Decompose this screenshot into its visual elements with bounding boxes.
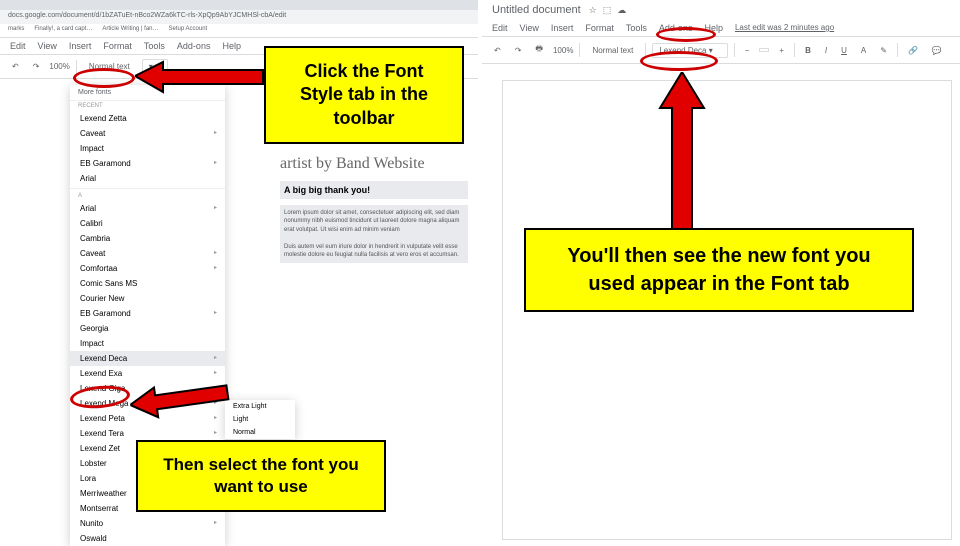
font-item[interactable]: Nunito: [70, 516, 225, 531]
paragraph-styles-dropdown[interactable]: Normal text: [586, 44, 639, 57]
star-icon[interactable]: ☆: [589, 5, 597, 16]
font-weight-submenu: Extra Light Light Normal: [225, 400, 295, 439]
text-color-button[interactable]: A: [857, 44, 870, 57]
doc-title-icons: ☆ ⬚ ☁: [589, 5, 627, 16]
bookmark-item[interactable]: marks: [8, 26, 24, 35]
weight-item[interactable]: Light: [225, 413, 295, 426]
cloud-icon[interactable]: ☁: [617, 5, 626, 16]
menu-format[interactable]: Format: [585, 23, 614, 33]
last-edit-link[interactable]: Last edit was 2 minutes ago: [735, 23, 834, 33]
font-item[interactable]: Impact: [70, 336, 225, 351]
move-icon[interactable]: ⬚: [603, 5, 612, 16]
document-content: artist by Band Website A big big thank y…: [280, 155, 468, 263]
doc-subheading: A big big thank you!: [280, 181, 468, 199]
separator: [579, 43, 580, 57]
font-item[interactable]: EB Garamond: [70, 306, 225, 321]
font-item[interactable]: EB Garamond: [70, 156, 225, 171]
font-item[interactable]: Georgia: [70, 321, 225, 336]
arrow-to-font-dropdown: [135, 58, 265, 98]
separator: [734, 43, 735, 57]
divider: [70, 188, 225, 189]
highlight-icon[interactable]: ✎: [876, 44, 891, 57]
menu-view[interactable]: View: [38, 41, 57, 51]
doc-heading: artist by Band Website: [280, 155, 468, 173]
weight-item[interactable]: Extra Light: [225, 400, 295, 413]
separator: [794, 43, 795, 57]
doc-paragraph: Lorem ipsum dolor sit amet, consectetuer…: [280, 205, 468, 263]
italic-button[interactable]: I: [821, 44, 831, 57]
zoom-dropdown[interactable]: 100%: [49, 62, 69, 71]
print-icon[interactable]: 🖶: [531, 41, 547, 59]
docs-toolbar: ↶ ↷ 🖶 100% Normal text Lexend Deca ▾ − +…: [482, 36, 960, 64]
font-item[interactable]: Lexend Tera: [70, 426, 225, 441]
font-item[interactable]: Calibri: [70, 216, 225, 231]
separator: [645, 43, 646, 57]
bookmark-item[interactable]: Finally!, a card capt…: [34, 26, 92, 35]
font-item[interactable]: Comic Sans MS: [70, 276, 225, 291]
font-item[interactable]: Courier New: [70, 291, 225, 306]
callout-new-font-appears: You'll then see the new font you used ap…: [524, 228, 914, 312]
font-item[interactable]: Caveat: [70, 126, 225, 141]
separator: [76, 60, 77, 74]
font-item[interactable]: Comfortaa: [70, 261, 225, 276]
doc-title-row: Untitled document ☆ ⬚ ☁: [482, 0, 960, 20]
comment-icon[interactable]: 💬: [928, 44, 946, 57]
menu-help[interactable]: Help: [222, 41, 241, 51]
menu-view[interactable]: View: [520, 23, 539, 33]
bold-button[interactable]: B: [801, 44, 815, 57]
font-item[interactable]: Oswald: [70, 531, 225, 546]
font-item[interactable]: Cambria: [70, 231, 225, 246]
font-item-lexend-deca[interactable]: Lexend Deca: [70, 351, 225, 366]
link-icon[interactable]: 🔗: [904, 44, 922, 57]
weight-item[interactable]: Normal: [225, 426, 295, 439]
callout-font-style-tab: Click the Font Style tab in the toolbar: [264, 46, 464, 144]
bookmark-item[interactable]: Article Writing | fan…: [102, 26, 158, 35]
menu-tools[interactable]: Tools: [626, 23, 647, 33]
menu-edit[interactable]: Edit: [10, 41, 26, 51]
menu-edit[interactable]: Edit: [492, 23, 508, 33]
redo-icon[interactable]: ↷: [29, 60, 44, 73]
undo-icon[interactable]: ↶: [490, 44, 505, 57]
doc-title[interactable]: Untitled document: [492, 4, 581, 16]
bookmark-item[interactable]: Setup Account: [169, 26, 208, 35]
font-size-input[interactable]: [759, 48, 769, 52]
callout-select-font: Then select the font you want to use: [136, 440, 386, 512]
panel-divider: [478, 0, 482, 540]
font-item[interactable]: Lexend Zetta: [70, 111, 225, 126]
separator: [897, 43, 898, 57]
font-item[interactable]: Arial: [70, 201, 225, 216]
menu-tools[interactable]: Tools: [144, 41, 165, 51]
bookmarks-bar: marks Finally!, a card capt… Article Wri…: [0, 24, 478, 38]
font-size-increase[interactable]: +: [775, 44, 788, 57]
undo-icon[interactable]: ↶: [8, 60, 23, 73]
font-item[interactable]: Impact: [70, 141, 225, 156]
menu-addons[interactable]: Add-ons: [177, 41, 211, 51]
font-size-decrease[interactable]: −: [741, 44, 754, 57]
menu-addons[interactable]: Add-ons: [659, 23, 693, 33]
menu-insert[interactable]: Insert: [551, 23, 574, 33]
url-bar: docs.google.com/document/d/1bZATuEt-nBco…: [0, 10, 478, 24]
browser-tabs: [0, 0, 478, 10]
redo-icon[interactable]: ↷: [511, 44, 526, 57]
menu-insert[interactable]: Insert: [69, 41, 92, 51]
recent-section-label: RECENT: [70, 101, 225, 111]
font-item[interactable]: Caveat: [70, 246, 225, 261]
menu-format[interactable]: Format: [103, 41, 132, 51]
font-family-dropdown[interactable]: Lexend Deca ▾: [652, 43, 727, 58]
font-item[interactable]: Arial: [70, 171, 225, 186]
menu-help[interactable]: Help: [704, 23, 723, 33]
zoom-dropdown[interactable]: 100%: [553, 46, 573, 55]
az-jump[interactable]: A: [70, 191, 225, 201]
arrow-to-font-tab-result: [658, 72, 708, 232]
docs-menubar: Edit View Insert Format Tools Add-ons He…: [482, 20, 960, 36]
paragraph-styles-dropdown[interactable]: Normal text: [83, 60, 136, 73]
underline-button[interactable]: U: [837, 44, 851, 57]
